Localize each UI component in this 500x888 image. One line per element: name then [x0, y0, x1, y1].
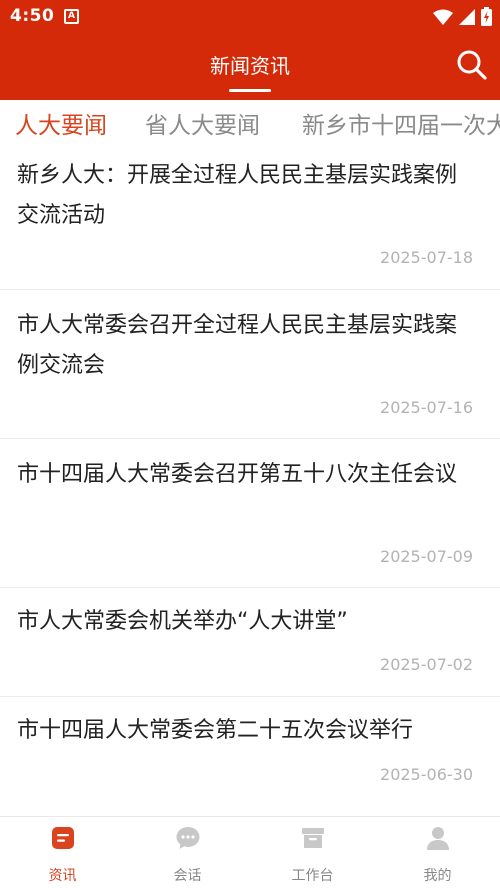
- category-tabs: 人大要闻 省人大要闻 新乡市十四届一次大: [0, 100, 500, 144]
- status-icons: [433, 7, 492, 26]
- search-button[interactable]: [454, 47, 490, 83]
- profile-icon: [426, 827, 449, 850]
- tab-xinxiang-session[interactable]: 新乡市十四届一次大: [302, 106, 500, 140]
- tab-renda-news[interactable]: 人大要闻: [15, 106, 107, 140]
- status-bar: 4:50 A: [0, 0, 500, 34]
- news-item[interactable]: 市人大常委会召开全过程人民民主基层实践案例交流会 2025-07-16: [0, 290, 500, 439]
- news-title: 市人大常委会召开全过程人民民主基层实践案例交流会: [17, 313, 458, 378]
- news-title: 新乡人大：开展全过程人民民主基层实践案例交流活动: [17, 163, 458, 228]
- news-date: 2025-07-02: [380, 655, 473, 674]
- news-item[interactable]: 新乡人大：开展全过程人民民主基层实践案例交流活动 2025-07-18: [0, 144, 500, 290]
- nav-label: 资讯: [48, 868, 77, 884]
- search-icon: [457, 50, 487, 80]
- chat-icon: [176, 827, 199, 849]
- news-title: 市人大常委会机关举办“人大讲堂”: [17, 609, 348, 634]
- nav-item-chat[interactable]: 会话: [125, 817, 250, 888]
- title-underline: [229, 89, 271, 92]
- status-time: 4:50: [10, 6, 55, 26]
- news-item[interactable]: 市十四届人大常委会第二十五次会议举行 2025-06-30: [0, 697, 500, 807]
- nav-item-news[interactable]: 资讯: [0, 817, 125, 888]
- bottom-nav: 资讯 会话 工作台 我的: [0, 816, 500, 888]
- page-title: 新闻资讯: [210, 54, 290, 78]
- workbench-icon: [301, 828, 324, 848]
- news-icon: [51, 827, 74, 849]
- news-date: 2025-07-16: [380, 398, 473, 417]
- nav-label: 我的: [423, 868, 452, 884]
- nav-label: 会话: [173, 868, 202, 884]
- news-list: 新乡人大：开展全过程人民民主基层实践案例交流活动 2025-07-18 市人大常…: [0, 144, 500, 807]
- news-title: 市十四届人大常委会第二十五次会议举行: [17, 718, 414, 743]
- nav-label: 工作台: [291, 868, 334, 884]
- news-title: 市十四届人大常委会召开第五十八次主任会议: [17, 462, 458, 487]
- signal-icon: [459, 8, 475, 25]
- news-date: 2025-07-18: [380, 248, 473, 267]
- wifi-icon: [433, 9, 453, 25]
- app-header: 新闻资讯: [0, 34, 500, 100]
- tab-province-news[interactable]: 省人大要闻: [145, 106, 260, 140]
- nav-item-profile[interactable]: 我的: [375, 817, 500, 888]
- news-item[interactable]: 市人大常委会机关举办“人大讲堂” 2025-07-02: [0, 588, 500, 697]
- news-date: 2025-06-30: [380, 765, 473, 784]
- nav-item-workbench[interactable]: 工作台: [250, 817, 375, 888]
- news-date: 2025-07-09: [380, 547, 473, 566]
- notification-icon: A: [64, 9, 79, 24]
- battery-icon: [481, 7, 492, 26]
- news-item[interactable]: 市十四届人大常委会召开第五十八次主任会议 2025-07-09: [0, 439, 500, 588]
